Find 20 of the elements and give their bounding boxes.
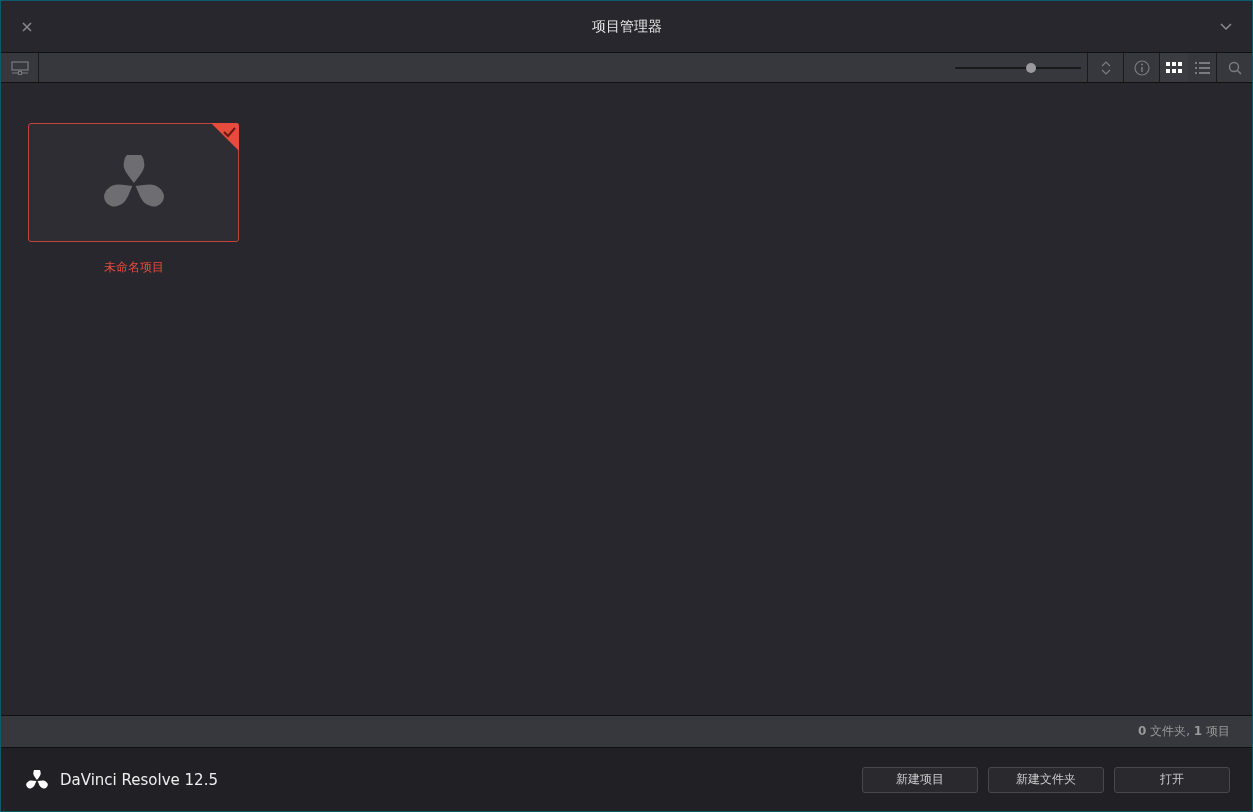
logo-icon <box>26 769 48 790</box>
footer-button[interactable]: 新建文件夹 <box>988 766 1104 793</box>
chevron-down-icon <box>1220 22 1232 31</box>
info-icon <box>1133 59 1150 76</box>
search-icon <box>1227 60 1242 75</box>
project-thumbnail[interactable] <box>28 123 239 242</box>
project-name: 未命名项目 <box>103 259 164 276</box>
footer-button[interactable]: 打开 <box>1114 766 1230 793</box>
grid-view-button[interactable] <box>1160 53 1188 82</box>
status-text: 0 文件夹, 1 项目 <box>1138 723 1230 740</box>
footer-button[interactable]: 新建项目 <box>862 766 978 793</box>
close-icon <box>22 21 32 32</box>
slider-thumb[interactable] <box>1025 62 1036 73</box>
window-title: 项目管理器 <box>591 17 662 36</box>
grid-icon <box>1166 61 1182 74</box>
sort-icon <box>1099 59 1112 76</box>
checkmark-icon <box>211 123 239 151</box>
monitor-icon <box>10 60 29 75</box>
list-icon <box>1194 61 1210 74</box>
app-name: DaVinci Resolve 12.5 <box>60 770 218 789</box>
